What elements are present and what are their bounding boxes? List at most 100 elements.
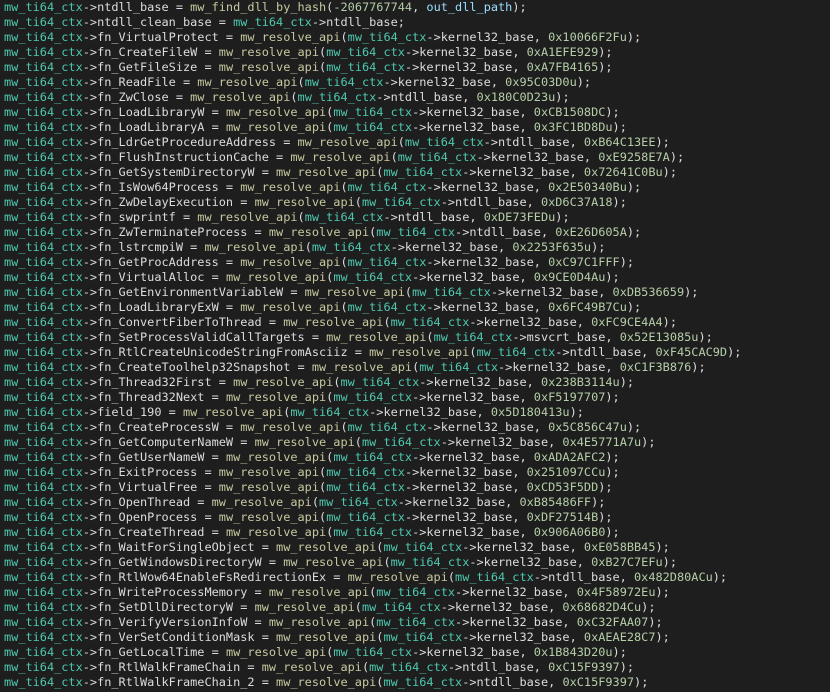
code-line[interactable]: mw_ti64_ctx->fn_ExitProcess = mw_resolve… [4, 465, 830, 480]
context-variable-token[interactable]: mw_ti64_ctx [333, 270, 412, 284]
function-call-token[interactable]: mw_resolve_api [240, 255, 340, 269]
code-line[interactable]: mw_ti64_ctx->fn_swprintf = mw_resolve_ap… [4, 210, 830, 225]
code-line[interactable]: mw_ti64_ctx->fn_RtlWalkFrameChain = mw_r… [4, 660, 830, 675]
function-call-token[interactable]: mw_resolve_api [240, 30, 340, 44]
function-call-token[interactable]: mw_resolve_api [348, 570, 448, 584]
context-variable-token[interactable]: mw_ti64_ctx [4, 570, 83, 584]
context-variable-token[interactable]: mw_ti64_ctx [4, 480, 83, 494]
context-variable-token[interactable]: mw_ti64_ctx [369, 660, 448, 674]
function-call-token[interactable]: mw_resolve_api [276, 675, 376, 689]
context-variable-token[interactable]: mw_ti64_ctx [4, 45, 83, 59]
context-variable-token[interactable]: mw_ti64_ctx [4, 15, 83, 29]
context-variable-token[interactable]: mw_ti64_ctx [383, 165, 462, 179]
context-variable-token[interactable]: mw_ti64_ctx [333, 645, 412, 659]
context-variable-token[interactable]: mw_ti64_ctx [4, 510, 83, 524]
context-variable-token[interactable]: mw_ti64_ctx [319, 495, 398, 509]
context-variable-token[interactable]: mw_ti64_ctx [333, 525, 412, 539]
context-variable-token[interactable]: mw_ti64_ctx [4, 180, 83, 194]
function-call-token[interactable]: mw_resolve_api [204, 240, 304, 254]
context-variable-token[interactable]: mw_ti64_ctx [348, 300, 427, 314]
context-variable-token[interactable]: mw_ti64_ctx [4, 450, 83, 464]
context-variable-token[interactable]: mw_ti64_ctx [333, 105, 412, 119]
context-variable-token[interactable]: mw_ti64_ctx [376, 225, 455, 239]
context-variable-token[interactable]: mw_ti64_ctx [4, 405, 83, 419]
context-variable-token[interactable]: mw_ti64_ctx [333, 450, 412, 464]
context-variable-token[interactable]: mw_ti64_ctx [362, 195, 441, 209]
context-variable-token[interactable]: mw_ti64_ctx [383, 540, 462, 554]
code-line[interactable]: mw_ti64_ctx->ntdll_clean_base = mw_ti64_… [4, 15, 830, 30]
code-line[interactable]: mw_ti64_ctx->fn_RtlWalkFrameChain_2 = mw… [4, 675, 830, 690]
context-variable-token[interactable]: mw_ti64_ctx [348, 180, 427, 194]
context-variable-token[interactable]: mw_ti64_ctx [290, 405, 369, 419]
context-variable-token[interactable]: mw_ti64_ctx [4, 270, 83, 284]
context-variable-token[interactable]: mw_ti64_ctx [4, 600, 83, 614]
decompiled-code-view[interactable]: mw_ti64_ctx->ntdll_base = mw_find_dll_by… [4, 0, 830, 690]
code-line[interactable]: mw_ti64_ctx->fn_WaitForSingleObject = mw… [4, 540, 830, 555]
context-variable-token[interactable]: mw_ti64_ctx [391, 555, 470, 569]
context-variable-token[interactable]: mw_ti64_ctx [4, 120, 83, 134]
context-variable-token[interactable]: mw_ti64_ctx [4, 60, 83, 74]
function-call-token[interactable]: mw_resolve_api [183, 405, 283, 419]
code-line[interactable]: mw_ti64_ctx->fn_RtlCreateUnicodeStringFr… [4, 345, 830, 360]
context-variable-token[interactable]: mw_ti64_ctx [298, 90, 377, 104]
context-variable-token[interactable]: mw_ti64_ctx [4, 0, 83, 14]
context-variable-token[interactable]: mw_ti64_ctx [326, 60, 405, 74]
code-line[interactable]: mw_ti64_ctx->fn_OpenThread = mw_resolve_… [4, 495, 830, 510]
code-line[interactable]: mw_ti64_ctx->fn_GetEnvironmentVariableW … [4, 285, 830, 300]
function-call-token[interactable]: mw_resolve_api [255, 195, 355, 209]
local-variable-token[interactable]: out_dll_path [426, 0, 512, 14]
context-variable-token[interactable]: mw_ti64_ctx [4, 630, 83, 644]
context-variable-token[interactable]: mw_ti64_ctx [4, 360, 83, 374]
code-line[interactable]: mw_ti64_ctx->fn_WriteProcessMemory = mw_… [4, 585, 830, 600]
function-call-token[interactable]: mw_resolve_api [240, 420, 340, 434]
function-call-token[interactable]: mw_find_dll_by_hash [190, 0, 326, 14]
code-line[interactable]: mw_ti64_ctx->fn_CreateThread = mw_resolv… [4, 525, 830, 540]
code-line[interactable]: mw_ti64_ctx->fn_RtlWow64EnableFsRedirect… [4, 570, 830, 585]
function-call-token[interactable]: mw_resolve_api [276, 540, 376, 554]
function-call-token[interactable]: mw_resolve_api [276, 165, 376, 179]
context-variable-token[interactable]: mw_ti64_ctx [4, 210, 83, 224]
function-call-token[interactable]: mw_resolve_api [269, 225, 369, 239]
context-variable-token[interactable]: mw_ti64_ctx [4, 240, 83, 254]
context-variable-token[interactable]: mw_ti64_ctx [326, 480, 405, 494]
code-line[interactable]: mw_ti64_ctx->fn_GetFileSize = mw_resolve… [4, 60, 830, 75]
function-call-token[interactable]: mw_resolve_api [233, 375, 333, 389]
context-variable-token[interactable]: mw_ti64_ctx [405, 135, 484, 149]
context-variable-token[interactable]: mw_ti64_ctx [383, 675, 462, 689]
context-variable-token[interactable]: mw_ti64_ctx [4, 420, 83, 434]
function-call-token[interactable]: mw_resolve_api [226, 390, 326, 404]
function-call-token[interactable]: mw_resolve_api [197, 210, 297, 224]
code-line[interactable]: mw_ti64_ctx->fn_ZwDelayExecution = mw_re… [4, 195, 830, 210]
context-variable-token[interactable]: mw_ti64_ctx [312, 240, 391, 254]
context-variable-token[interactable]: mw_ti64_ctx [4, 150, 83, 164]
context-variable-token[interactable]: mw_ti64_ctx [4, 555, 83, 569]
code-line[interactable]: mw_ti64_ctx->fn_GetWindowsDirectoryW = m… [4, 555, 830, 570]
context-variable-token[interactable]: mw_ti64_ctx [4, 330, 83, 344]
code-line[interactable]: mw_ti64_ctx->fn_VerSetConditionMask = mw… [4, 630, 830, 645]
function-call-token[interactable]: mw_resolve_api [219, 510, 319, 524]
code-line[interactable]: mw_ti64_ctx->fn_SetDllDirectoryW = mw_re… [4, 600, 830, 615]
context-variable-token[interactable]: mw_ti64_ctx [4, 105, 83, 119]
context-variable-token[interactable]: mw_ti64_ctx [4, 495, 83, 509]
context-variable-token[interactable]: mw_ti64_ctx [4, 435, 83, 449]
code-line[interactable]: mw_ti64_ctx->ntdll_base = mw_find_dll_by… [4, 0, 830, 15]
code-line[interactable]: mw_ti64_ctx->fn_GetComputerNameW = mw_re… [4, 435, 830, 450]
context-variable-token[interactable]: mw_ti64_ctx [326, 510, 405, 524]
context-variable-token[interactable]: mw_ti64_ctx [4, 465, 83, 479]
context-variable-token[interactable]: mw_ti64_ctx [4, 30, 83, 44]
context-variable-token[interactable]: mw_ti64_ctx [376, 615, 455, 629]
context-variable-token[interactable]: mw_ti64_ctx [4, 345, 83, 359]
code-line[interactable]: mw_ti64_ctx->field_190 = mw_resolve_api(… [4, 405, 830, 420]
code-line[interactable]: mw_ti64_ctx->fn_Thread32Next = mw_resolv… [4, 390, 830, 405]
context-variable-token[interactable]: mw_ti64_ctx [391, 315, 470, 329]
context-variable-token[interactable]: mw_ti64_ctx [4, 375, 83, 389]
context-variable-token[interactable]: mw_ti64_ctx [4, 660, 83, 674]
code-line[interactable]: mw_ti64_ctx->fn_ReadFile = mw_resolve_ap… [4, 75, 830, 90]
function-call-token[interactable]: mw_resolve_api [326, 330, 426, 344]
context-variable-token[interactable]: mw_ti64_ctx [341, 375, 420, 389]
context-variable-token[interactable]: mw_ti64_ctx [326, 45, 405, 59]
function-call-token[interactable]: mw_resolve_api [255, 435, 355, 449]
function-call-token[interactable]: mw_resolve_api [240, 300, 340, 314]
context-variable-token[interactable]: mw_ti64_ctx [4, 165, 83, 179]
function-call-token[interactable]: mw_resolve_api [283, 315, 383, 329]
